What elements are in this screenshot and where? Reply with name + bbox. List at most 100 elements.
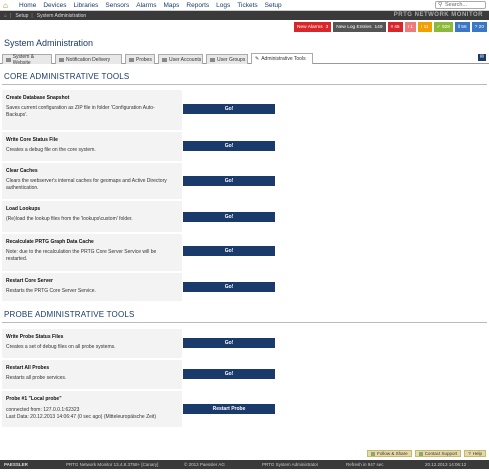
users-icon <box>210 57 215 62</box>
row-title: Write Probe Status Files <box>6 334 64 340</box>
row-description-last-data: Last Data: 20.12.2013 14:06:47 (0 sec ag… <box>6 414 157 420</box>
breadcrumb-setup[interactable]: Setup <box>15 13 28 19</box>
envelope-icon <box>59 57 64 62</box>
row-description: Restarts all probe services. <box>6 375 67 381</box>
search-placeholder: Search... <box>445 2 468 8</box>
breadcrumb-separator: | <box>10 12 12 19</box>
breadcrumb-system-administration[interactable]: System Administration <box>37 13 86 19</box>
share-icon <box>371 451 376 456</box>
up-sensors-badge[interactable]: ✓ 928 <box>433 22 453 32</box>
row-description: (Re)load the lookup files from the 'look… <box>6 216 133 222</box>
divider <box>2 84 487 85</box>
row-description: Clears the webserver's internal caches f… <box>6 178 167 191</box>
section-heading-probe: PROBE ADMINISTRATIVE TOOLS <box>4 310 135 319</box>
row-title: Probe #1 "Local probe" <box>6 396 62 402</box>
section-heading-core: CORE ADMINISTRATIVE TOOLS <box>4 72 130 81</box>
user-icon <box>162 57 167 62</box>
tab-user-accounts[interactable]: User Accounts <box>158 54 203 64</box>
new-alarms-badge[interactable]: New Alarms 3 <box>294 22 332 32</box>
row-description: Saves current configuration as ZIP file … <box>6 105 155 118</box>
follow-share-button[interactable]: Follow & Share <box>367 450 412 457</box>
tab-probes[interactable]: Probes <box>125 54 155 64</box>
load-lookups-button[interactable]: Go! <box>183 212 275 222</box>
restart-probe-button[interactable]: Restart Probe <box>183 404 275 414</box>
nav-home[interactable]: Home <box>19 2 36 9</box>
row-title: Clear Caches <box>6 168 38 174</box>
row-title: Load Lookups <box>6 206 41 212</box>
copyright-text: © 2013 Paessler AG <box>184 462 225 467</box>
row-title: Restart All Probes <box>6 365 50 371</box>
nav-libraries[interactable]: Libraries <box>73 2 98 9</box>
tab-notification-delivery[interactable]: Notification Delivery <box>55 54 122 64</box>
list-item: Create Database Snapshot Saves current c… <box>2 90 486 130</box>
row-title: Create Database Snapshot <box>6 95 70 101</box>
top-navigation: ⌂ Home Devices Libraries Sensors Alarms … <box>0 0 489 11</box>
support-icon <box>418 451 423 456</box>
restart-core-button[interactable]: Go! <box>183 282 275 292</box>
mail-icon[interactable]: ✉ <box>478 54 486 61</box>
page-header: New Alarms 3 New Log Entries 149 ‼ 45 ! 1 … <box>0 20 489 52</box>
list-item: Load Lookups (Re)load the lookup files f… <box>2 201 486 232</box>
down-ack-badge[interactable]: ! 1 <box>404 22 416 32</box>
down-sensors-badge[interactable]: ‼ 45 <box>387 22 403 32</box>
clear-caches-button[interactable]: Go! <box>183 176 275 186</box>
list-item: Recalculate PRTG Graph Data Cache Note: … <box>2 234 486 271</box>
unknown-sensors-badge[interactable]: ? 20 <box>471 22 487 32</box>
row-description: Note: due to the recalculation the PRTG … <box>6 249 157 262</box>
paused-sensors-badge[interactable]: ‖ 56 <box>454 22 470 32</box>
new-log-entries-badge[interactable]: New Log Entries 149 <box>333 22 386 32</box>
paessler-logo: PAESSLER <box>4 462 28 467</box>
search-icon: ⚲ <box>438 2 443 8</box>
breadcrumb: ⌂ | Setup | System Administration PRTG N… <box>0 11 489 20</box>
nav-maps[interactable]: Maps <box>164 2 180 9</box>
refresh-timer[interactable]: Refresh in 947 sec <box>346 462 384 467</box>
recalculate-cache-button[interactable]: Go! <box>183 246 275 256</box>
page-title: System Administration <box>4 38 94 48</box>
version-text: PRTG Network Monitor 13.4.8.3758+ [Canar… <box>66 462 159 467</box>
footer: Follow & Share Contact Support ? Help PAE… <box>0 450 489 475</box>
row-description: Creates a set of debug files on all prob… <box>6 344 116 350</box>
footer-buttons: Follow & Share Contact Support ? Help <box>367 450 486 457</box>
list-item: Write Core Status File Creates a debug f… <box>2 132 486 161</box>
nav-tickets[interactable]: Tickets <box>237 2 257 9</box>
wrench-icon <box>6 57 11 62</box>
datetime-text: 20.12.2013 14:06:12 <box>425 462 467 467</box>
search-input[interactable]: ⚲ Search... <box>435 1 486 9</box>
help-button[interactable]: ? Help <box>464 450 486 457</box>
prtg-logo-icon[interactable]: ⌂ <box>3 1 12 10</box>
row-description: Creates a debug file on the core system. <box>6 147 96 153</box>
nav-logs[interactable]: Logs <box>216 2 230 9</box>
brand-title: PRTG NETWORK MONITOR <box>393 12 483 18</box>
row-description: connected from: 127.0.0.1:62323 <box>6 407 80 413</box>
status-badges: New Alarms 3 New Log Entries 149 ‼ 45 ! 1 … <box>294 22 487 32</box>
tab-user-groups[interactable]: User Groups <box>206 54 248 64</box>
warning-sensors-badge[interactable]: ! 11 <box>417 22 432 32</box>
create-snapshot-button[interactable]: Go! <box>183 104 275 114</box>
nav-devices[interactable]: Devices <box>43 2 66 9</box>
home-icon[interactable]: ⌂ <box>4 13 7 19</box>
write-core-status-button[interactable]: Go! <box>183 141 275 151</box>
nav-reports[interactable]: Reports <box>186 2 209 9</box>
current-user[interactable]: PRTG System Administrator <box>262 462 318 467</box>
tab-administrative-tools[interactable]: ✎ Administrative Tools <box>251 53 313 64</box>
wrench-icon: ✎ <box>255 56 260 62</box>
tab-system-website[interactable]: System & Website <box>2 54 52 66</box>
row-title: Restart Core Server <box>6 278 53 284</box>
list-item: Probe #1 "Local probe" connected from: 1… <box>2 391 486 427</box>
list-item: Clear Caches Clears the webserver's inte… <box>2 163 486 199</box>
divider <box>2 322 487 323</box>
probe-icon <box>129 57 134 62</box>
help-icon: ? <box>468 451 471 456</box>
list-item: Write Probe Status Files Creates a set o… <box>2 329 486 358</box>
nav-alarms[interactable]: Alarms <box>136 2 156 9</box>
settings-tabs: System & Website Notification Delivery P… <box>0 52 489 66</box>
row-description: Restarts the PRTG Core Server Service. <box>6 288 96 294</box>
status-bar: PAESSLER PRTG Network Monitor 13.4.8.375… <box>0 460 489 469</box>
nav-setup[interactable]: Setup <box>265 2 282 9</box>
nav-sensors[interactable]: Sensors <box>105 2 129 9</box>
contact-support-button[interactable]: Contact Support <box>414 450 462 457</box>
breadcrumb-separator: | <box>31 12 33 19</box>
restart-all-probes-button[interactable]: Go! <box>183 369 275 379</box>
write-probe-status-button[interactable]: Go! <box>183 338 275 348</box>
list-item: Restart All Probes Restarts all probe se… <box>2 360 486 389</box>
